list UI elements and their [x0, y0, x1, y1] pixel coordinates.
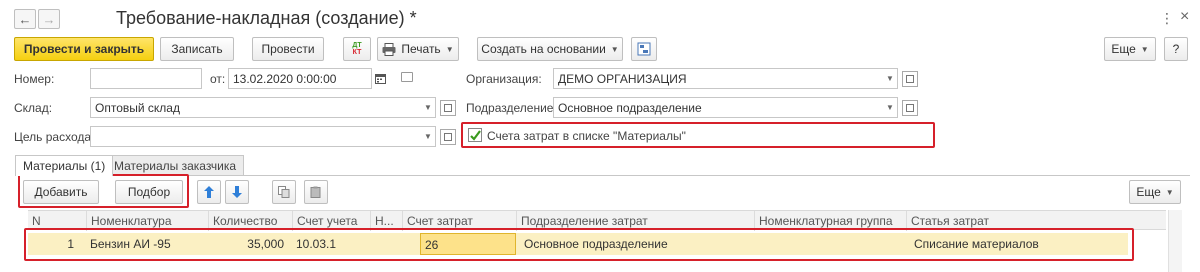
print-label: Печать: [401, 42, 441, 56]
chevron-down-icon: ▼: [445, 44, 454, 54]
paste-icon: [310, 186, 321, 198]
help-icon: ?: [1172, 42, 1180, 56]
more-label: Еще: [1111, 42, 1136, 56]
chevron-down-icon[interactable]: ▼: [420, 126, 436, 147]
tab-materials[interactable]: Материалы (1): [15, 155, 114, 176]
organization-field[interactable]: ДЕМО ОРГАНИЗАЦИЯ: [553, 68, 898, 89]
move-up-button[interactable]: [197, 180, 221, 204]
save-button[interactable]: Записать: [160, 37, 234, 61]
forward-button[interactable]: →: [38, 9, 60, 29]
create-based-on-button[interactable]: Создать на основании ▼: [477, 37, 623, 61]
table-more-button[interactable]: Еще ▼: [1129, 180, 1181, 204]
copy-icon: [278, 186, 290, 198]
structure-button[interactable]: [631, 37, 657, 61]
number-label: Номер:: [14, 72, 55, 86]
accounts-checkbox[interactable]: [468, 128, 482, 142]
date-field[interactable]: 13.02.2020 0:00:00: [228, 68, 372, 89]
chevron-down-icon: ▼: [1140, 44, 1149, 54]
number-field[interactable]: [90, 68, 202, 89]
post-and-close-button[interactable]: Провести и закрыть: [14, 37, 154, 61]
table-header: N Номенклатура Количество Счет учета Н..…: [28, 210, 1166, 231]
chevron-down-icon[interactable]: ▼: [882, 68, 898, 89]
add-button[interactable]: Добавить: [23, 180, 99, 204]
paste-button[interactable]: [304, 180, 328, 204]
table-more-label: Еще: [1136, 185, 1161, 199]
comment-icon[interactable]: [401, 72, 413, 82]
open-icon[interactable]: [440, 129, 456, 145]
more-button[interactable]: Еще ▼: [1104, 37, 1156, 61]
annotation-box: [24, 228, 1134, 261]
checkmark-icon: [470, 130, 481, 141]
chevron-down-icon: ▼: [1165, 187, 1174, 197]
dtkt-icon: ДТ КТ: [352, 42, 362, 56]
create-based-label: Создать на основании: [481, 42, 606, 56]
purpose-field[interactable]: [90, 126, 436, 147]
page-title: Требование-накладная (создание) *: [116, 8, 417, 28]
warehouse-label: Склад:: [14, 101, 53, 115]
post-button[interactable]: Провести: [252, 37, 324, 61]
copy-button[interactable]: [272, 180, 296, 204]
open-icon[interactable]: [902, 71, 918, 87]
arrow-down-icon: [232, 186, 242, 198]
department-label: Подразделение:: [466, 101, 557, 115]
arrow-left-icon: ←: [18, 11, 32, 27]
tab-customer-materials[interactable]: Материалы заказчика: [106, 155, 245, 175]
dtkt-button[interactable]: ДТ КТ: [343, 37, 371, 61]
department-field[interactable]: Основное подразделение: [553, 97, 898, 118]
purpose-label: Цель расхода:: [14, 130, 95, 144]
warehouse-field[interactable]: Оптовый склад: [90, 97, 436, 118]
arrow-up-icon: [204, 186, 214, 198]
more-menu-icon[interactable]: ⋮: [1160, 10, 1174, 27]
vertical-scrollbar[interactable]: [1168, 210, 1182, 272]
open-icon[interactable]: [902, 100, 918, 116]
move-down-button[interactable]: [225, 180, 249, 204]
printer-icon: [382, 42, 396, 56]
chevron-down-icon[interactable]: ▼: [882, 97, 898, 118]
date-label: от:: [210, 72, 226, 86]
calendar-icon[interactable]: [372, 68, 388, 89]
close-icon[interactable]: ×: [1180, 8, 1189, 26]
print-button[interactable]: Печать ▼: [377, 37, 459, 61]
organization-label: Организация:: [466, 72, 542, 86]
arrow-right-icon: →: [42, 11, 56, 27]
hierarchy-icon: [637, 42, 651, 56]
chevron-down-icon[interactable]: ▼: [420, 97, 436, 118]
accounts-checkbox-label[interactable]: Счета затрат в списке "Материалы": [487, 129, 686, 143]
select-button[interactable]: Подбор: [115, 180, 183, 204]
back-button[interactable]: ←: [14, 9, 36, 29]
help-button[interactable]: ?: [1164, 37, 1188, 61]
chevron-down-icon: ▼: [610, 44, 619, 54]
open-icon[interactable]: [440, 100, 456, 116]
tab-divider: [15, 175, 1190, 176]
